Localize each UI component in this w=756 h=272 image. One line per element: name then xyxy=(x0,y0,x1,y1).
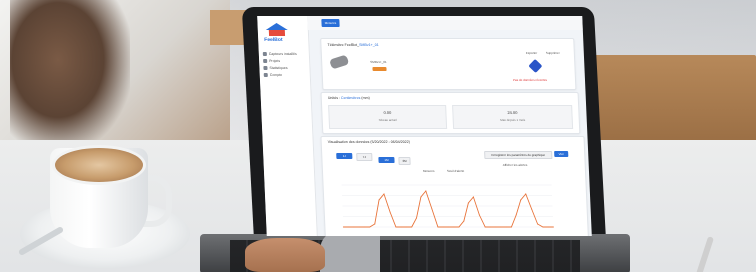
photo-scene: FeelBot Capteurs installés Projets Stati… xyxy=(0,0,756,272)
export-link[interactable]: Exporter xyxy=(526,51,538,55)
latte-art xyxy=(52,145,146,185)
house-logo-icon[interactable] xyxy=(263,21,290,37)
sidebar-item-stats[interactable]: Statistiques xyxy=(263,64,297,71)
range-button-1d[interactable]: 1J xyxy=(336,153,353,159)
view-button[interactable]: Vue xyxy=(554,151,569,157)
background-person xyxy=(10,0,130,150)
device-panel: Télémètre FeelBot_SMBv1+_01 SMBv1+_01 Ex… xyxy=(320,38,577,90)
max-level-card: 24.00 Max depuis 1 mois xyxy=(452,105,574,129)
legend-measures: Mesures xyxy=(422,169,435,173)
units-suffix: (mm) xyxy=(361,96,370,100)
sidebar: FeelBot Capteurs installés Projets Stati… xyxy=(257,16,318,236)
chart-title: Visualisation des données (5/20/2022 - 0… xyxy=(327,140,411,144)
current-level-value: 0.00 xyxy=(383,110,392,115)
wooden-shelf xyxy=(590,55,756,145)
range-button-1m[interactable]: 1M xyxy=(378,157,395,163)
stats-panel: Unités : Centimètres (mm) 0.00 Niveau ac… xyxy=(320,92,581,134)
sensor-device-image xyxy=(329,54,350,70)
sidebar-nav: Capteurs installés Projets Statistiques … xyxy=(262,50,298,78)
status-badge xyxy=(372,67,387,71)
sidebar-item-label: Compte xyxy=(269,72,283,77)
sensor-icon xyxy=(262,51,267,56)
max-level-label: Max depuis 1 mois xyxy=(500,118,526,122)
show-alerts-toggle[interactable]: Afficher les alertes xyxy=(503,163,528,167)
legend-alert-threshold: Seuil d'alerte xyxy=(446,169,465,173)
chart-panel: Visualisation des données (5/20/2022 - 0… xyxy=(320,136,589,236)
units-link[interactable]: Centimètres xyxy=(341,96,361,100)
sleeve xyxy=(320,230,380,272)
logo-text: FeelBot xyxy=(264,37,283,43)
units-label: Unités : Centimètres (mm) xyxy=(328,96,370,100)
device-title-prefix: Télémètre FeelBot_ xyxy=(327,43,360,47)
sidebar-item-label: Projets xyxy=(269,58,281,63)
range-button-7d[interactable]: 7J xyxy=(356,153,373,161)
project-icon xyxy=(263,58,268,63)
bluetooth-icon xyxy=(528,58,543,74)
device-title-link[interactable]: SMBv1+_01 xyxy=(359,43,379,47)
device-panel-title: Télémètre FeelBot_SMBv1+_01 xyxy=(327,43,378,47)
save-chart-settings-button[interactable]: Enregistrer les paramètres du graphique xyxy=(484,151,553,159)
range-button-3m[interactable]: 3M xyxy=(398,157,411,165)
stats-icon xyxy=(263,65,268,70)
sidebar-item-label: Capteurs installés xyxy=(268,51,297,56)
current-level-card: 0.00 Niveau actuel xyxy=(328,105,448,129)
units-prefix: Unités : xyxy=(327,96,341,100)
max-level-value: 24.00 xyxy=(507,110,518,115)
device-name: SMBv1+_01 xyxy=(370,60,387,64)
line-chart xyxy=(341,184,554,228)
laptop-screen: FeelBot Capteurs installés Projets Stati… xyxy=(257,16,592,236)
current-level-label: Niveau actuel xyxy=(378,118,397,122)
delete-link[interactable]: Supprimer xyxy=(546,51,560,55)
sidebar-item-account[interactable]: Compte xyxy=(263,71,298,78)
data-point xyxy=(531,208,533,210)
measures-series-line xyxy=(343,190,554,228)
data-point xyxy=(478,214,480,216)
sidebar-item-projects[interactable]: Projets xyxy=(263,57,297,64)
measures-button[interactable]: Mesures xyxy=(321,19,340,27)
user-icon xyxy=(263,72,268,77)
sidebar-item-sensors[interactable]: Capteurs installés xyxy=(262,50,297,57)
top-bar: Mesures xyxy=(307,16,583,30)
sidebar-item-label: Statistiques xyxy=(269,65,288,70)
hand xyxy=(245,238,325,272)
alert-text: Pas de données récentes xyxy=(512,78,548,82)
